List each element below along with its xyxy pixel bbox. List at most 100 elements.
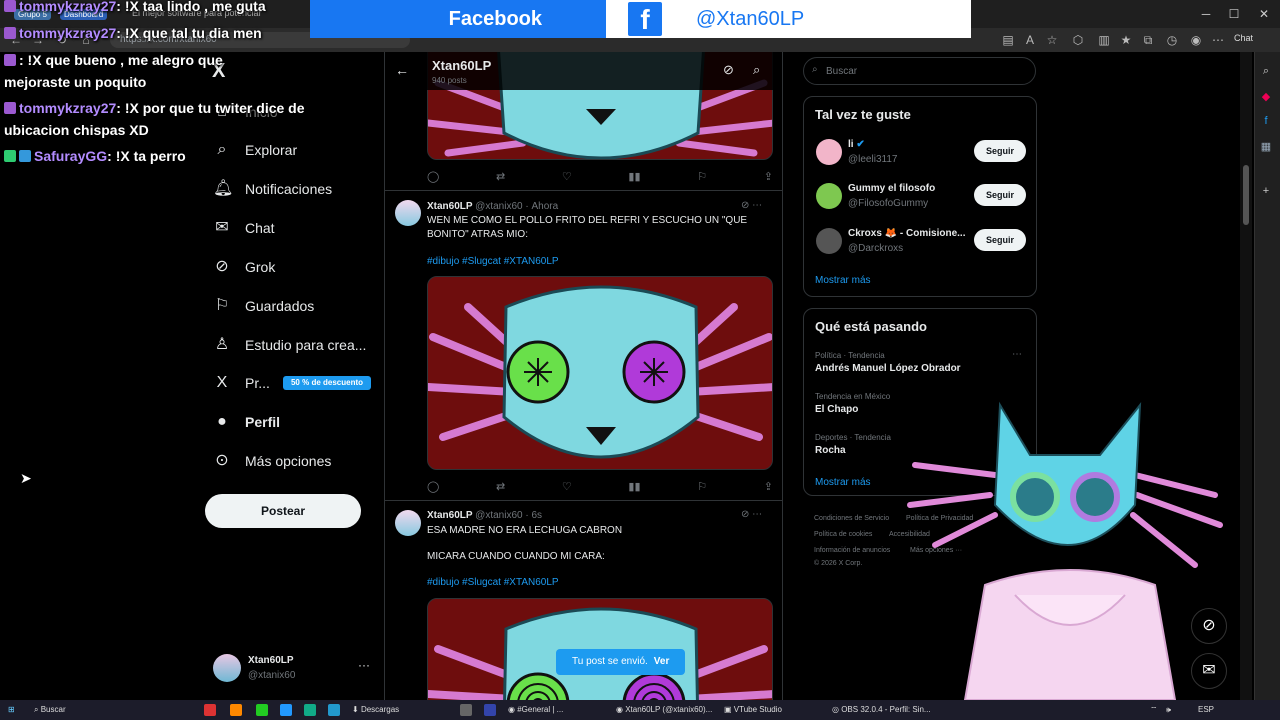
taskbar-vtube-studio[interactable]: ▣ VTube Studio — [724, 703, 782, 717]
language-indicator[interactable]: ESP — [1198, 703, 1214, 717]
share-icon[interactable]: ⇪ — [764, 480, 773, 496]
trend-name[interactable]: Rocha — [815, 445, 846, 456]
read-aloud-icon[interactable]: ▤ — [1000, 32, 1016, 48]
profile-icon[interactable]: ◉ — [1188, 32, 1204, 48]
app-icon[interactable] — [204, 704, 216, 716]
suggestion-name[interactable]: Ckroxs 🦊 - Comisione... — [848, 228, 968, 239]
app-icon[interactable] — [328, 704, 340, 716]
reply-icon[interactable]: ◯ — [427, 170, 439, 186]
sidebar-doc-icon[interactable]: ▦ — [1259, 140, 1273, 154]
collections-icon[interactable]: ⧉ — [1140, 32, 1156, 48]
trend-name[interactable]: Andrés Manuel López Obrador — [815, 363, 961, 374]
post-author[interactable]: Xtan60LP @xtanix60 · Ahora — [427, 201, 558, 212]
nav-notifications[interactable]: 🔔︎ Notificaciones — [205, 170, 332, 208]
like-icon[interactable]: ♡ — [562, 480, 572, 496]
post-hashtags[interactable]: #dibujo #Slugcat #XTAN60LP — [427, 577, 559, 588]
post-author[interactable]: Xtan60LP @xtanix60 · 6s — [427, 510, 542, 521]
footer-link[interactable]: Información de anuncios — [814, 547, 890, 554]
toast-view-link[interactable]: Ver — [654, 656, 670, 667]
search-input[interactable]: Buscar — [803, 57, 1036, 85]
app-icon[interactable] — [460, 704, 472, 716]
nav-label: Grok — [245, 259, 276, 275]
taskbar-obs[interactable]: ◎ OBS 32.0.4 - Perfil: Sin... — [832, 703, 931, 717]
split-screen-icon[interactable]: ▥ — [1096, 32, 1112, 48]
nav-creator-studio[interactable]: ♙ Estudio para crea... — [205, 326, 367, 364]
show-more-link[interactable]: Mostrar más — [815, 477, 871, 488]
suggestion-name[interactable]: li ✔ — [848, 139, 968, 150]
footer-link[interactable]: Política de cookies — [814, 531, 872, 538]
translate-icon[interactable]: A — [1022, 32, 1038, 48]
trend-name[interactable]: El Chapo — [815, 404, 858, 415]
messages-float-button[interactable]: ✉ — [1191, 653, 1227, 689]
avatar[interactable] — [395, 200, 421, 226]
minimize-button[interactable]: ─ — [1198, 6, 1214, 22]
back-arrow-icon[interactable]: ← — [395, 62, 409, 78]
more-icon[interactable]: ⋯ — [1012, 349, 1022, 360]
post-menu-icons[interactable]: ⊘ ⋯ — [741, 200, 762, 211]
extensions-icon[interactable]: ⬡ — [1070, 32, 1086, 48]
taskbar-search[interactable]: ⌕ Buscar — [34, 703, 66, 717]
taskbar-discord[interactable]: ◉ #General | ... — [508, 703, 563, 717]
nav-explore[interactable]: ⌕ Explorar — [205, 131, 298, 169]
nav-chat[interactable]: ✉ Chat — [205, 209, 274, 247]
sidebar-facebook-icon[interactable]: f — [1259, 114, 1273, 128]
nav-premium[interactable]: X Pr... — [205, 364, 270, 402]
history-icon[interactable]: ◷ — [1164, 32, 1180, 48]
suggestion-name[interactable]: Gummy el filosofo — [848, 183, 968, 194]
show-more-link[interactable]: Mostrar más — [815, 275, 871, 286]
menu-dots-icon[interactable]: ⋯ — [1210, 32, 1226, 48]
app-icon[interactable] — [256, 704, 268, 716]
copilot-chat-button[interactable]: Chat — [1234, 33, 1253, 43]
favorites-icon[interactable]: ★ — [1118, 32, 1134, 48]
scrollbar[interactable] — [1240, 52, 1252, 700]
scroll-thumb[interactable] — [1243, 165, 1249, 225]
favorite-icon[interactable]: ☆ — [1044, 32, 1060, 48]
close-button[interactable]: ✕ — [1256, 6, 1272, 22]
bookmark-icon[interactable]: ⚐ — [697, 170, 707, 186]
taskbar-browser[interactable]: ◉ Xtan60LP (@xtanix60)... — [616, 703, 712, 717]
maximize-button[interactable]: ☐ — [1226, 6, 1242, 22]
app-icon[interactable] — [484, 704, 496, 716]
post-menu-icons[interactable]: ⊘ ⋯ — [741, 509, 762, 520]
avatar[interactable] — [816, 139, 842, 165]
repost-icon[interactable]: ⇄ — [496, 480, 505, 496]
nav-more-options[interactable]: ⊙ Más opciones — [205, 442, 331, 480]
post-button[interactable]: Postear — [205, 494, 361, 528]
bookmark-icon[interactable]: ⚐ — [697, 480, 707, 496]
more-icon[interactable]: ··· — [358, 658, 370, 672]
post-image[interactable] — [427, 276, 773, 470]
nav-profile[interactable]: ● Perfil — [205, 403, 280, 441]
app-icon[interactable] — [230, 704, 242, 716]
avatar[interactable] — [816, 228, 842, 254]
account-switcher[interactable]: Xtan60LP @xtanix60 ··· — [213, 652, 373, 684]
grok-float-button[interactable]: ⊘ — [1191, 608, 1227, 644]
avatar[interactable] — [816, 183, 842, 209]
views-icon[interactable]: ▮▮ — [628, 480, 640, 496]
wifi-icon[interactable]: ⌔ — [1150, 703, 1158, 717]
post-hashtags[interactable]: #dibujo #Slugcat #XTAN60LP — [427, 256, 559, 267]
volume-icon[interactable]: 🕪︎ — [1166, 703, 1171, 717]
repost-icon[interactable]: ⇄ — [496, 170, 505, 186]
premium-discount-badge[interactable]: 50 % de descuento — [283, 376, 371, 390]
follow-button[interactable]: Seguir — [974, 229, 1026, 251]
reply-icon[interactable]: ◯ — [427, 480, 439, 496]
avatar[interactable] — [395, 510, 421, 536]
sidebar-add-icon[interactable]: + — [1259, 184, 1273, 198]
app-icon[interactable] — [280, 704, 292, 716]
chat-badge-icon — [4, 0, 16, 12]
search-icon[interactable]: ⌕ — [753, 62, 760, 78]
follow-button[interactable]: Seguir — [974, 184, 1026, 206]
nav-grok[interactable]: ⊘ Grok — [205, 248, 275, 286]
footer-link[interactable]: Condiciones de Servicio — [814, 515, 889, 522]
views-icon[interactable]: ▮▮ — [628, 170, 640, 186]
excel-icon[interactable] — [304, 704, 316, 716]
follow-button[interactable]: Seguir — [974, 140, 1026, 162]
nav-bookmarks[interactable]: ⚐ Guardados — [205, 287, 314, 325]
taskbar-descargas[interactable]: ⬇ Descargas — [352, 703, 399, 717]
share-icon[interactable]: ⇪ — [764, 170, 773, 186]
like-icon[interactable]: ♡ — [562, 170, 572, 186]
grok-icon[interactable]: ⊘ — [723, 62, 734, 78]
sidebar-search-icon[interactable]: ⌕ — [1259, 64, 1273, 78]
windows-start-icon[interactable]: ⊞ — [8, 703, 15, 717]
sidebar-app-icon[interactable]: ◆ — [1259, 90, 1273, 104]
